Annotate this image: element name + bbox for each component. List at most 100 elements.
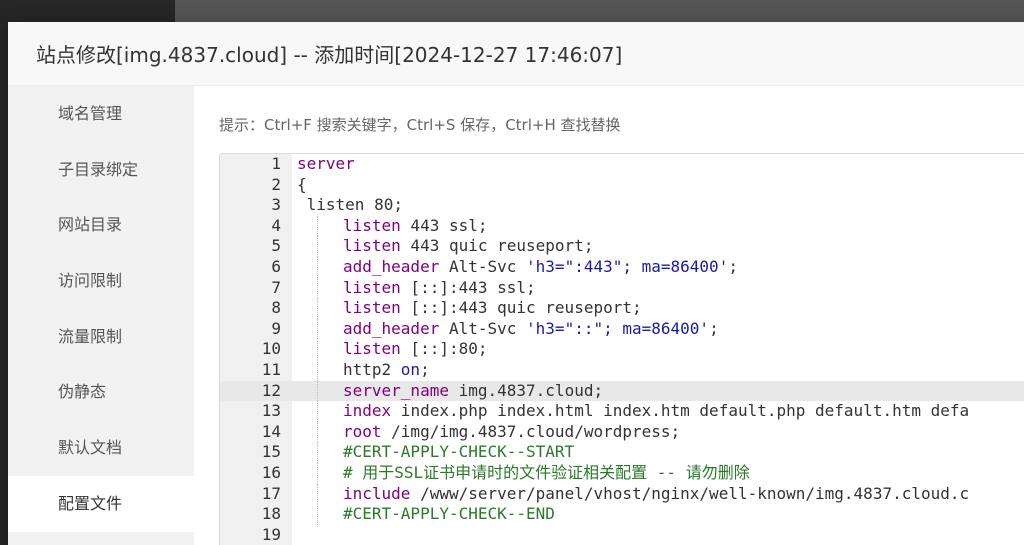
line-number: 13 — [261, 401, 281, 421]
menu-item-4[interactable]: 流量限制 — [8, 309, 194, 365]
code-token: server_name — [343, 380, 449, 400]
line-text: #CERT-APPLY-CHECK--END — [343, 504, 555, 525]
code-token: add_header — [343, 256, 440, 276]
line-text: include /www/server/panel/vhost/nginx/we… — [343, 484, 969, 505]
indent-guide — [317, 421, 318, 443]
code-line[interactable]: 13 index index.php index.html index.htm d… — [220, 401, 1024, 422]
code-line[interactable]: 17 include /www/server/panel/vhost/nginx/… — [220, 483, 1024, 505]
code-token: listen — [343, 277, 401, 297]
code-token: server — [297, 154, 355, 173]
code-token: listen — [343, 215, 401, 235]
code-line[interactable]: 11 http2 on; — [220, 359, 1024, 381]
line-number: 10 — [261, 339, 281, 359]
line-number: 3 — [271, 195, 281, 215]
line-text: add_header Alt-Svc 'h3="::"; ma=86400'; — [343, 319, 719, 340]
line-number: 19 — [261, 524, 281, 544]
code-token: # 用于SSL证书申请时的文件验证相关配置 -- 请勿删除 — [343, 462, 750, 482]
code-token: 'h3=":443"; ma=86400' — [526, 256, 729, 276]
indent-guide — [317, 256, 318, 278]
code-editor[interactable]: 1 server 2{3 listen 80; 4 listen 443 ssl; 5 li… — [219, 153, 1024, 545]
code-line[interactable]: 2{ — [220, 175, 1024, 196]
code-token: /img/img.4837.cloud/wordpress; — [381, 421, 681, 441]
line-text: listen [::]:443 ssl; — [343, 278, 536, 299]
menu-item-5[interactable]: 伪静态 — [8, 364, 194, 420]
line-text: { — [297, 175, 307, 196]
code-token: listen 80; — [297, 195, 403, 215]
code-line[interactable]: 18 #CERT-APPLY-CHECK--END — [220, 504, 1024, 525]
indent-guide — [317, 483, 318, 505]
indent-guide — [317, 318, 318, 340]
code-token: Alt-Svc — [439, 318, 527, 338]
code-token: ; — [420, 359, 430, 379]
indent-guide — [317, 462, 318, 484]
code-token: 443 quic reuseport; — [400, 236, 594, 256]
menu-item-6[interactable]: 默认文档 — [8, 420, 194, 476]
code-line[interactable]: 14 root /img/img.4837.cloud/wordpress; — [220, 421, 1024, 443]
indent-guide — [317, 442, 318, 463]
code-line[interactable]: 4 listen 443 ssl; — [220, 215, 1024, 237]
line-text: server_name img.4837.cloud; — [343, 381, 603, 402]
line-text: listen 443 ssl; — [343, 216, 488, 237]
code-token: root — [343, 421, 382, 441]
code-token: add_header — [343, 318, 440, 338]
line-text: # 用于SSL证书申请时的文件验证相关配置 -- 请勿删除 — [343, 463, 750, 484]
menu-item-3[interactable]: 访问限制 — [8, 253, 194, 309]
line-number: 4 — [271, 215, 281, 235]
code-line[interactable]: 6 add_header Alt-Svc 'h3=":443"; ma=86400… — [220, 256, 1024, 278]
indent-guide — [317, 359, 318, 381]
code-line[interactable]: 3 listen 80; — [220, 195, 1024, 216]
code-token: Alt-Svc — [439, 256, 527, 276]
line-text: listen 80; — [297, 195, 403, 216]
code-token: [::]:443 quic reuseport; — [400, 298, 642, 318]
line-text: add_header Alt-Svc 'h3=":443"; ma=86400'… — [343, 257, 738, 278]
code-token: http2 — [343, 359, 401, 379]
code-token: index.php index.html index.htm default.p… — [391, 401, 970, 421]
code-token: [::]:80; — [400, 339, 488, 359]
line-number: 7 — [271, 277, 281, 297]
code-token: ; — [709, 318, 719, 338]
line-text: http2 on; — [343, 360, 430, 381]
code-line[interactable]: 12 server_name img.4837.cloud; — [220, 380, 1024, 402]
code-lines[interactable]: 1 server 2{3 listen 80; 4 listen 443 ssl; 5 li… — [220, 154, 1024, 545]
menu-item-0[interactable]: 域名管理 — [8, 86, 194, 142]
line-number: 18 — [261, 504, 281, 524]
config-file-panel: 提示：Ctrl+F 搜索关键字，Ctrl+S 保存，Ctrl+H 查找替换 1s… — [194, 86, 1024, 545]
code-line[interactable]: 9 add_header Alt-Svc 'h3="::"; ma=86400'; — [220, 318, 1024, 340]
line-text: index index.php index.html index.htm def… — [343, 401, 969, 422]
line-number: 1 — [271, 154, 281, 173]
line-number: 6 — [271, 256, 281, 276]
code-token: listen — [343, 339, 401, 359]
code-line[interactable]: 1 server — [220, 154, 1024, 175]
indent-guide — [317, 298, 318, 319]
code-token: /www/server/panel/vhost/nginx/well-known… — [410, 483, 970, 503]
indent-guide — [317, 339, 318, 360]
line-number: 9 — [271, 318, 281, 338]
indent-guide — [317, 380, 318, 402]
code-token: 443 ssl; — [400, 215, 488, 235]
code-line[interactable]: 15 #CERT-APPLY-CHECK--START — [220, 442, 1024, 463]
code-line[interactable]: 16 # 用于SSL证书申请时的文件验证相关配置 -- 请勿删除 — [220, 462, 1024, 484]
line-text: listen [::]:443 quic reuseport; — [343, 298, 642, 319]
code-token: listen — [343, 298, 401, 318]
menu-item-7[interactable]: 配置文件 — [8, 475, 194, 532]
line-text: #CERT-APPLY-CHECK--START — [343, 442, 574, 463]
menu-item-1[interactable]: 子目录绑定 — [8, 142, 194, 198]
line-number: 17 — [261, 483, 281, 503]
line-text: server — [297, 154, 355, 175]
code-token: { — [297, 174, 307, 194]
indent-guide — [317, 277, 318, 299]
code-line[interactable]: 19 — [220, 525, 1024, 545]
line-text: listen [::]:80; — [343, 339, 488, 360]
line-number: 15 — [261, 442, 281, 462]
line-text: root /img/img.4837.cloud/wordpress; — [343, 422, 680, 443]
indent-guide — [317, 215, 318, 237]
code-line[interactable]: 10 listen [::]:80; — [220, 339, 1024, 360]
code-line[interactable]: 5 listen 443 quic reuseport; — [220, 236, 1024, 257]
code-token: on — [400, 359, 421, 379]
code-line[interactable]: 8 listen [::]:443 quic reuseport; — [220, 298, 1024, 319]
code-token: ; — [728, 256, 738, 276]
menu-item-2[interactable]: 网站目录 — [8, 197, 194, 253]
line-number: 14 — [261, 421, 281, 441]
code-line[interactable]: 7 listen [::]:443 ssl; — [220, 277, 1024, 299]
code-token: #CERT-APPLY-CHECK--END — [343, 504, 555, 524]
